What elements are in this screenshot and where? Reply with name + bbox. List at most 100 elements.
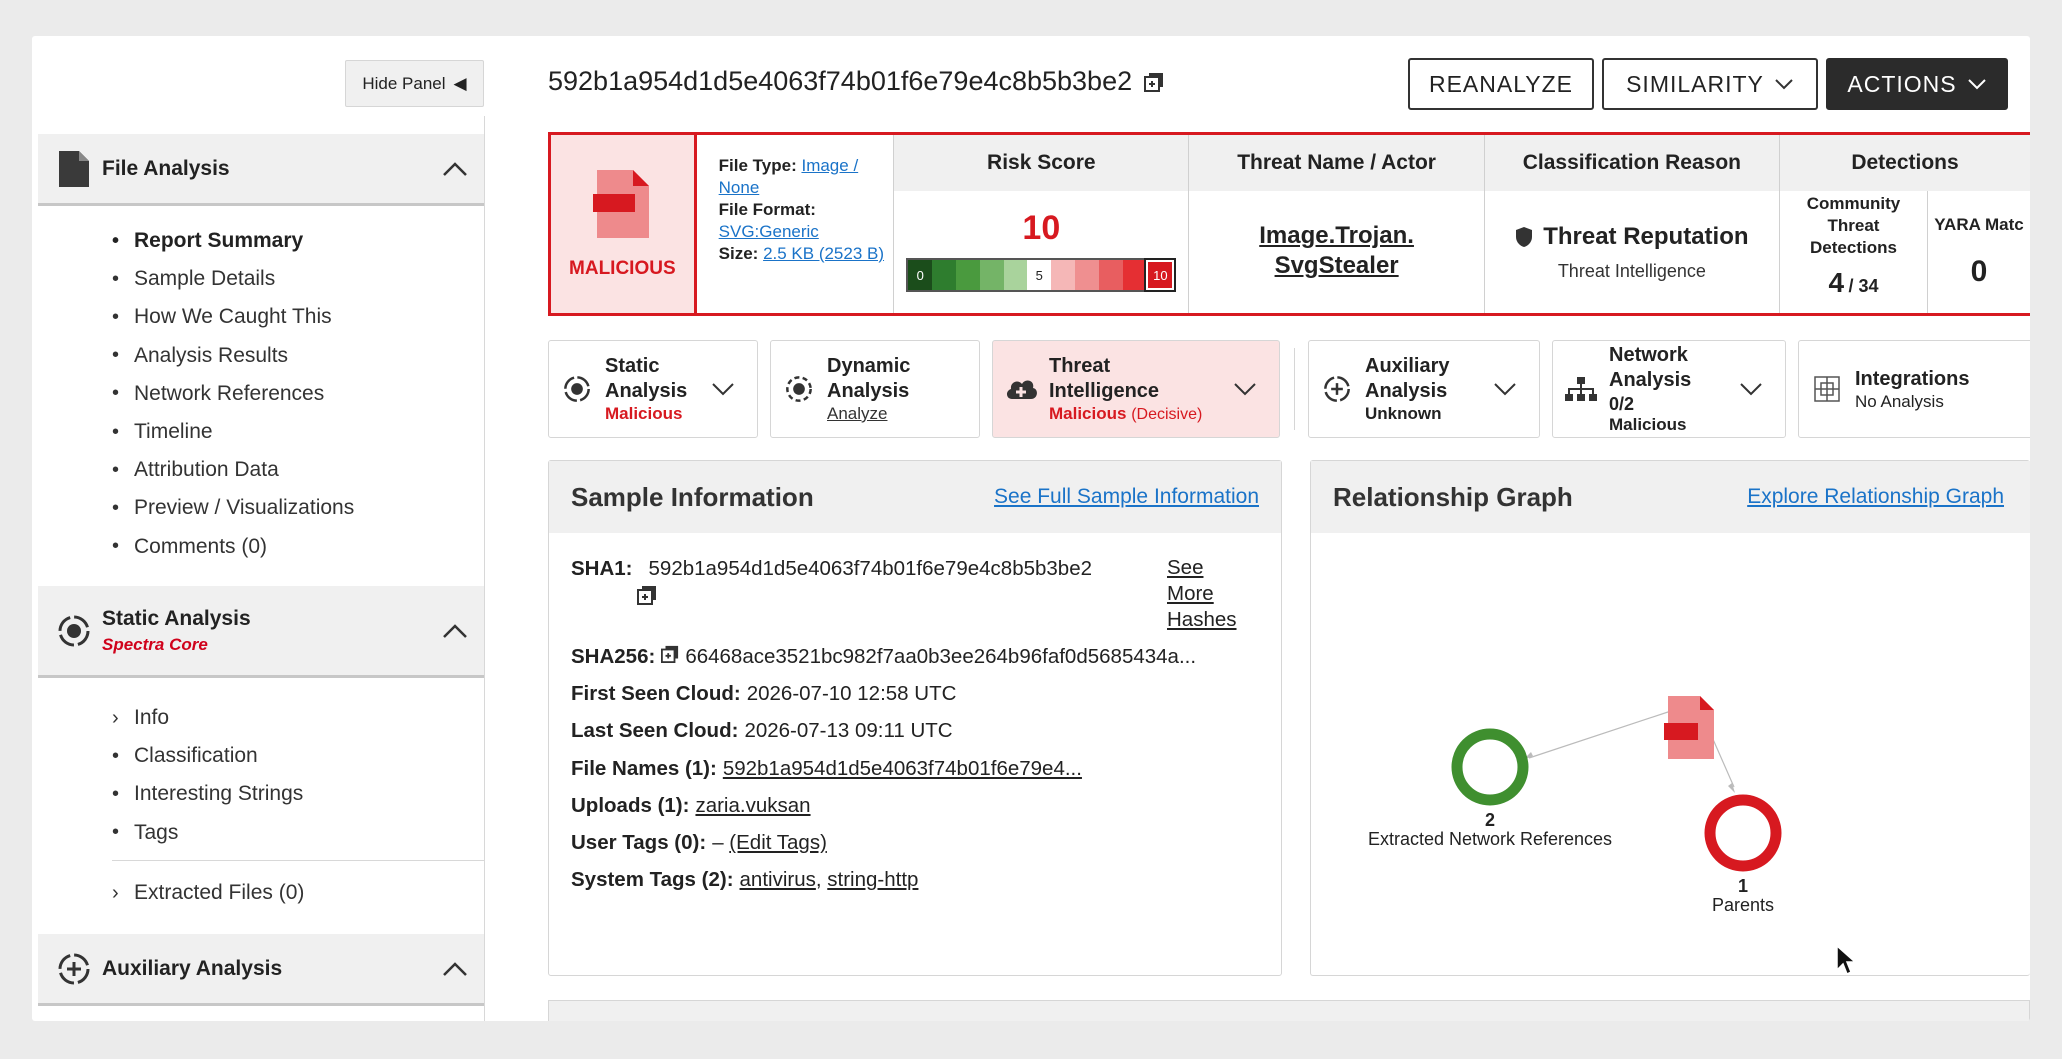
parents-node-label: 1 Parents — [1711, 876, 1775, 915]
app-frame: Hide Panel ◀ File Analysis • Report Summa… — [32, 36, 2030, 1021]
classification-reason-source: Threat Intelligence — [1557, 261, 1706, 281]
caret-left-icon: ◀ — [453, 73, 467, 93]
shield-icon — [1516, 227, 1533, 247]
tab-network-analysis[interactable]: Network Analysis 0/2 Malicious — [1552, 340, 1786, 438]
nav-tags[interactable]: • Tags — [112, 814, 303, 852]
dynamic-analysis-icon — [771, 374, 827, 404]
risk-score-header: Risk Score — [894, 135, 1189, 191]
nav-interesting-strings[interactable]: • Interesting Strings — [112, 775, 303, 813]
nav-report-summary[interactable]: • Report Summary — [112, 222, 354, 260]
file-icon — [46, 149, 102, 189]
reanalyze-button[interactable]: REANALYZE — [1408, 58, 1594, 110]
similarity-button[interactable]: SIMILARITY — [1602, 58, 1818, 110]
sidebar-section-auxiliary-analysis[interactable]: Auxiliary Analysis — [38, 934, 484, 1006]
chevron-down-icon — [1494, 383, 1516, 396]
sidebar-section-title: Static Analysis — [102, 606, 251, 630]
copy-icon[interactable] — [661, 645, 679, 663]
classification-reason-column: Classification Reason Threat Reputation … — [1484, 135, 1780, 313]
sidebar-section-file-analysis[interactable]: File Analysis — [38, 134, 484, 206]
sample-hash: 592b1a954d1d5e4063f74b01f6e79e4c8b5b3be2 — [548, 66, 1133, 96]
hide-panel-label: Hide Panel — [362, 73, 446, 93]
threat-name-header: Threat Name / Actor — [1189, 135, 1484, 191]
edit-tags-link[interactable]: (Edit Tags) — [729, 831, 827, 855]
file-size-link[interactable]: 2.5 KB (2523 B) — [763, 244, 884, 263]
actions-button[interactable]: ACTIONS — [1826, 58, 2008, 110]
chevron-down-icon — [1775, 79, 1793, 90]
yara-matches: YARA Matc 0 — [1934, 215, 2024, 288]
copy-icon[interactable] — [637, 585, 657, 605]
classification-reason-header: Classification Reason — [1484, 135, 1779, 191]
chevron-down-icon — [712, 383, 734, 396]
hide-panel-button[interactable]: Hide Panel ◀ — [345, 60, 484, 107]
tab-dynamic-analysis[interactable]: Dynamic Analysis Analyze — [770, 340, 980, 438]
sha1-row: SHA1: 592b1a954d1d5e4063f74b01f6e79e4c8b… — [571, 557, 1092, 580]
extracted-files-nav: › Extracted Files (0) — [112, 874, 304, 912]
network-icon — [1553, 376, 1609, 402]
explore-relationship-graph-link[interactable]: Explore Relationship Graph — [1747, 485, 2004, 509]
auxiliary-analysis-icon — [46, 951, 102, 987]
static-analysis-icon — [46, 613, 102, 649]
see-more-hashes-link[interactable]: See More Hashes — [1167, 555, 1247, 633]
next-panel-header — [548, 1000, 2030, 1021]
file-name-link[interactable]: 592b1a954d1d5e4063f74b01f6e79e4... — [723, 757, 1082, 781]
tag-string-http[interactable]: string-http — [827, 868, 918, 892]
uploader-link[interactable]: zaria.vuksan — [695, 794, 810, 818]
nav-network-references[interactable]: • Network References — [112, 375, 354, 413]
analyze-link[interactable]: Analyze — [827, 404, 927, 424]
see-full-sample-info-link[interactable]: See Full Sample Information — [994, 485, 1259, 509]
copy-icon[interactable] — [1144, 72, 1164, 92]
sample-information-panel: Sample Information See Full Sample Infor… — [548, 460, 1282, 976]
risk-score-value: 10 — [1022, 209, 1061, 247]
panel-title: Sample Information — [571, 481, 814, 512]
nav-classification[interactable]: • Classification — [112, 737, 303, 775]
arrow-head-icon — [1728, 783, 1735, 793]
risk-score-column: Risk Score 10 0 5 10 — [894, 135, 1190, 313]
nav-attribution-data[interactable]: • Attribution Data — [112, 451, 354, 489]
network-references-node-label: 2 Extracted Network References — [1367, 810, 1613, 849]
tag-antivirus[interactable]: antivirus — [740, 868, 816, 892]
nav-extracted-files[interactable]: › Extracted Files (0) — [112, 874, 304, 912]
tab-threat-intelligence[interactable]: Threat Intelligence Malicious (Decisive) — [992, 340, 1280, 438]
chevron-down-icon — [1234, 383, 1256, 396]
nav-preview-visualizations[interactable]: • Preview / Visualizations — [112, 489, 354, 527]
chevron-up-icon[interactable] — [442, 161, 468, 177]
network-references-node[interactable] — [1451, 728, 1529, 806]
graph-edge — [1528, 710, 1672, 759]
sample-node[interactable] — [1664, 696, 1714, 759]
tab-auxiliary-analysis[interactable]: Auxiliary Analysis Unknown — [1308, 340, 1540, 438]
relationship-graph-panel: Relationship Graph Explore Relationship … — [1310, 460, 2030, 976]
chevron-up-icon[interactable] — [442, 961, 468, 977]
file-format-link[interactable]: SVG:Generic — [719, 222, 819, 241]
sidebar-section-subtitle: Spectra Core — [102, 634, 208, 654]
file-analysis-nav: • Report Summary • Sample Details • How We … — [112, 222, 354, 566]
auxiliary-analysis-icon — [1309, 374, 1365, 404]
nav-timeline[interactable]: • Timeline — [112, 413, 354, 451]
nav-sample-details[interactable]: • Sample Details — [112, 260, 354, 298]
nav-comments[interactable]: • Comments (0) — [112, 528, 354, 566]
sha256-value: 66468ace3521bc982f7aa0b3ee264b96faf0d568… — [685, 645, 1197, 668]
system-tags-row: System Tags (2): antivirus, string-http — [571, 868, 919, 892]
chevron-down-icon — [1740, 383, 1762, 396]
user-tags-row: User Tags (0): – (Edit Tags) — [571, 831, 827, 855]
classification-reason-value: Threat Reputation — [1543, 223, 1749, 250]
risk-scale-mid: 5 — [1027, 260, 1052, 290]
integrations-icon — [1799, 374, 1855, 404]
chevron-up-icon[interactable] — [442, 623, 468, 639]
risk-scale-high: 10 — [1144, 258, 1177, 292]
sidebar-section-static-analysis[interactable]: Static Analysis Spectra Core — [38, 586, 484, 678]
detections-header: Detections — [1780, 135, 2030, 191]
nav-how-we-caught-this[interactable]: • How We Caught This — [112, 298, 354, 336]
sidebar-divider-line — [112, 860, 484, 861]
threat-name-column: Threat Name / Actor Image.Trojan. SvgSte… — [1189, 135, 1485, 313]
threat-name-link[interactable]: Image.Trojan. SvgStealer — [1189, 221, 1483, 281]
tab-static-analysis[interactable]: Static Analysis Malicious — [548, 340, 758, 438]
parents-node[interactable] — [1704, 794, 1782, 872]
risk-scale-low: 0 — [908, 260, 933, 290]
mouse-cursor-icon — [1836, 944, 1857, 976]
tab-integrations[interactable]: Integrations No Analysis — [1798, 340, 2030, 438]
sha1-value: 592b1a954d1d5e4063f74b01f6e79e4c8b5b3be2 — [648, 557, 1092, 580]
detections-column: Detections Community Threat Detections 4… — [1780, 135, 2030, 313]
nav-analysis-results[interactable]: • Analysis Results — [112, 337, 354, 375]
summary-bar: MALICIOUS File Type: Image / None File F… — [548, 132, 2030, 316]
nav-info[interactable]: › Info — [112, 699, 303, 737]
